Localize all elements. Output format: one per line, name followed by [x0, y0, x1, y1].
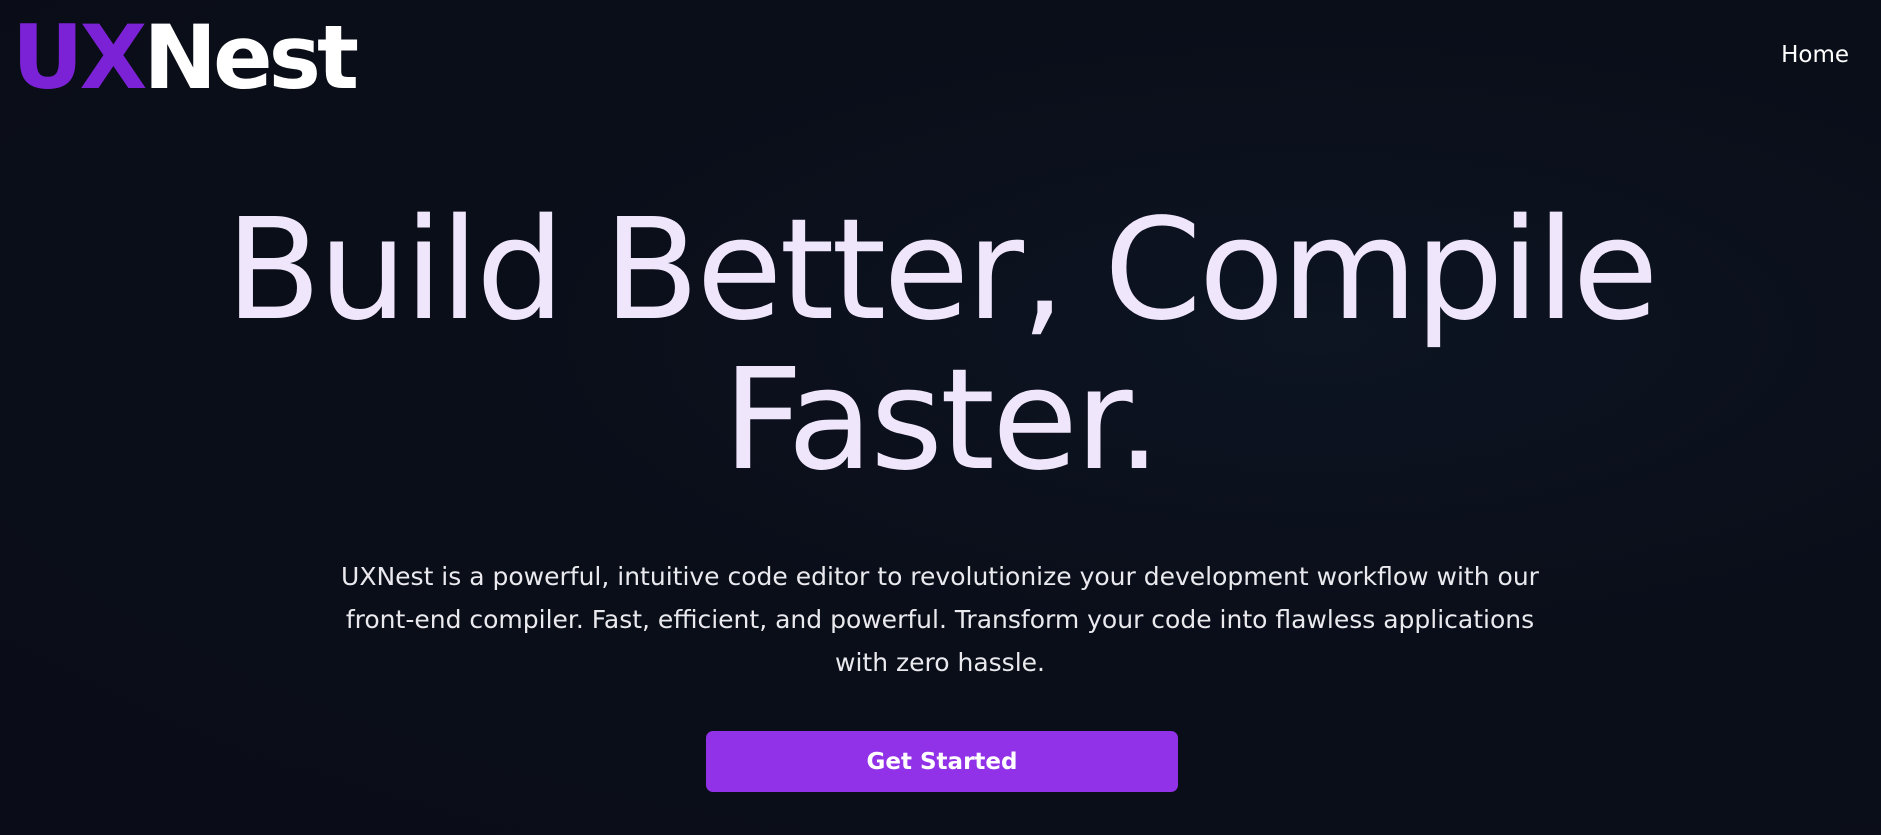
- hero-title-line-1: Build Better, Compile: [225, 189, 1658, 352]
- hero-section: Build Better, Compile Faster. UXNest is …: [0, 0, 1881, 835]
- hero-title: Build Better, Compile Faster.: [0, 196, 1881, 496]
- get-started-button[interactable]: Get Started: [706, 731, 1178, 792]
- hero-title-line-2: Faster.: [722, 339, 1162, 502]
- hero-description: UXNest is a powerful, intuitive code edi…: [341, 562, 1539, 677]
